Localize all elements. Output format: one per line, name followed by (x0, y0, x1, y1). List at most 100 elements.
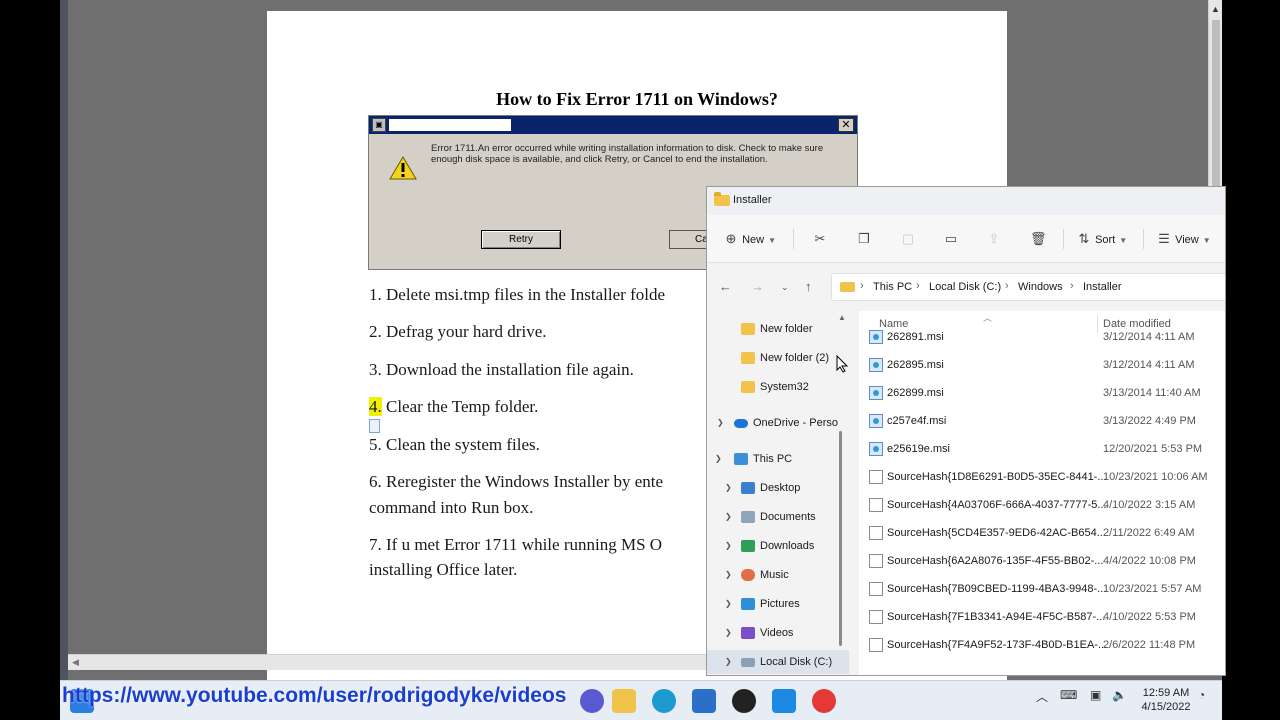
scroll-thumb[interactable] (1212, 20, 1220, 190)
scroll-up-icon[interactable]: ▲ (838, 313, 846, 322)
nav-item-local-disk[interactable]: ❯ Local Disk (C:) (707, 650, 849, 674)
drive-icon (741, 658, 755, 667)
file-date: 3/13/2022 4:49 PM (1103, 415, 1196, 427)
nav-item-system32[interactable]: System32 (707, 375, 849, 399)
explorer-titlebar[interactable]: Installer (707, 187, 1225, 215)
file-date: 10/23/2021 5:57 AM (1103, 583, 1202, 595)
chevron-right-icon[interactable]: ❯ (717, 411, 724, 435)
chevron-right-icon[interactable]: ❯ (725, 476, 732, 500)
step-6-cont: command into Run box. (369, 498, 534, 517)
scroll-left-icon[interactable]: ◀ (72, 657, 79, 668)
pen-app-icon[interactable] (772, 689, 796, 713)
toolbar-divider (793, 229, 794, 249)
nav-item-onedrive[interactable]: ❯ OneDrive - Perso (707, 411, 849, 435)
file-row[interactable]: 262899.msi 3/13/2014 11:40 AM (859, 379, 1225, 407)
media-player-icon[interactable] (732, 689, 756, 713)
scroll-up-icon[interactable]: ▲ (1211, 4, 1220, 14)
chevron-right-icon[interactable]: ❯ (725, 650, 732, 674)
installer-file-icon (869, 330, 883, 344)
file-row[interactable]: SourceHash{7F1B3341-A94E-4F5C-B587-... 4/… (859, 603, 1225, 631)
nav-item-music[interactable]: ❯ Music (707, 563, 849, 587)
keyboard-icon[interactable]: ⌨ (1060, 688, 1077, 702)
copy-icon: ❐ (858, 231, 870, 246)
new-label: New (742, 234, 765, 246)
horizontal-scrollbar[interactable]: ◀ (68, 654, 708, 670)
forward-arrow-icon[interactable]: → (751, 279, 764, 294)
nav-item-videos[interactable]: ❯ Videos (707, 621, 849, 645)
computer-icon (734, 453, 748, 465)
view-button[interactable]: ☰ View ▼ (1156, 229, 1210, 249)
file-row[interactable]: SourceHash{7F4A9F52-173F-4B0D-B1EA-... 2/… (859, 631, 1225, 659)
nav-item-this-pc[interactable]: ❯ This PC (707, 447, 849, 471)
chevron-right-icon[interactable]: ❯ (725, 534, 732, 558)
trash-icon: 🗑 (1030, 231, 1047, 246)
address-bar[interactable]: › This PC › Local Disk (C:) › Windows › … (831, 273, 1225, 301)
file-row[interactable]: SourceHash{5CD4E357-9ED6-42AC-B654... 2/1… (859, 519, 1225, 547)
chevron-right-icon[interactable]: ❯ (725, 621, 732, 645)
breadcrumb-this-pc[interactable]: This PC (873, 281, 912, 293)
store-icon[interactable] (692, 689, 716, 713)
error-message: Error 1711.An error occurred while writi… (431, 143, 824, 165)
file-explorer-icon[interactable] (612, 689, 636, 713)
clock-date: 4/15/2022 (1141, 701, 1191, 713)
nav-item-desktop[interactable]: ❯ Desktop (707, 476, 849, 500)
navigation-pane: New folder New folder (2) System32 ❯ OneD… (707, 311, 849, 675)
sort-label: Sort (1095, 234, 1116, 246)
notification-icon[interactable]: ◔ (1198, 688, 1205, 702)
folder-icon (741, 381, 755, 393)
nav-label: New folder (2) (760, 352, 830, 364)
youtube-link-overlay[interactable]: https://www.youtube.com/user/rodrigodyke… (62, 684, 566, 708)
file-row[interactable]: SourceHash{4A03706F-666A-4037-7777-5... 4… (859, 491, 1225, 519)
file-name: SourceHash{7F1B3341-A94E-4F5C-B587-... (887, 611, 1106, 623)
nav-item-new-folder-2[interactable]: New folder (2) (707, 346, 849, 370)
breadcrumb-installer[interactable]: Installer (1083, 281, 1122, 293)
cut-button[interactable]: ✂ (812, 229, 828, 249)
file-row[interactable]: 262891.msi 3/12/2014 4:11 AM (859, 323, 1225, 351)
volume-icon[interactable]: 🔈 (1112, 688, 1127, 702)
breadcrumb-local-disk[interactable]: Local Disk (C:) (929, 281, 1001, 293)
nav-scroll-thumb[interactable] (839, 431, 842, 646)
teams-icon[interactable] (580, 689, 604, 713)
breadcrumb-separator: › (916, 280, 920, 292)
file-list: ︿ Name Date modified 262891.msi 3/12/2014… (859, 311, 1225, 675)
file-icon (869, 582, 883, 596)
nav-item-new-folder[interactable]: New folder (707, 317, 849, 341)
chevron-right-icon[interactable]: ❯ (725, 563, 732, 587)
file-name: 262891.msi (887, 331, 944, 343)
file-row[interactable]: SourceHash{6A2A8076-135F-4F55-BB02-... 4/… (859, 547, 1225, 575)
file-row[interactable]: e25619e.msi 12/20/2021 5:53 PM (859, 435, 1225, 463)
file-row[interactable]: SourceHash{1D8E6291-B0D5-35EC-8441-... 10… (859, 463, 1225, 491)
breadcrumb-separator: › (1070, 280, 1074, 292)
chevron-right-icon[interactable]: ❯ (725, 592, 732, 616)
taskbar-clock[interactable]: 12:59 AM 4/15/2022 (1136, 686, 1196, 714)
file-row[interactable]: SourceHash{7B09CBED-1199-4BA3-9948-... 10… (859, 575, 1225, 603)
nav-label: Downloads (760, 540, 815, 552)
step-4: 4. Clear the Temp folder. (369, 394, 538, 419)
file-row[interactable]: c257e4f.msi 3/13/2022 4:49 PM (859, 407, 1225, 435)
edge-icon[interactable] (652, 689, 676, 713)
share-button[interactable]: ⇪ (986, 229, 1002, 249)
breadcrumb-windows[interactable]: Windows (1018, 281, 1063, 293)
nav-item-downloads[interactable]: ❯ Downloads (707, 534, 849, 558)
chevron-right-icon[interactable]: ❯ (725, 505, 732, 529)
file-date: 4/4/2022 10:08 PM (1103, 555, 1196, 567)
sort-button[interactable]: ⇅ Sort ▼ (1076, 229, 1128, 249)
folder-icon (741, 352, 755, 364)
delete-button[interactable]: 🗑 (1030, 229, 1047, 249)
file-row[interactable]: 262895.msi 3/12/2014 4:11 AM (859, 351, 1225, 379)
new-button[interactable]: ⊕ New ▼ (723, 229, 776, 249)
back-arrow-icon[interactable]: ← (719, 279, 732, 294)
chrome-icon[interactable] (812, 689, 836, 713)
up-arrow-icon[interactable]: ↑ (805, 279, 812, 294)
address-row: ← → ⌄ ↑ › This PC › Local Disk (C:) › Wi… (707, 263, 1225, 311)
nav-item-pictures[interactable]: ❯ Pictures (707, 592, 849, 616)
chevron-down-icon[interactable]: ❯ (715, 447, 722, 471)
chevron-up-icon[interactable]: ︿ (1036, 688, 1048, 705)
download-icon (741, 540, 755, 552)
network-icon[interactable]: ▣ (1090, 688, 1101, 702)
rename-button[interactable]: ▭ (943, 229, 959, 249)
recent-chevron-icon[interactable]: ⌄ (781, 282, 789, 293)
nav-item-documents[interactable]: ❯ Documents (707, 505, 849, 529)
paste-button[interactable]: ▢ (900, 229, 916, 249)
copy-button[interactable]: ❐ (856, 229, 872, 249)
